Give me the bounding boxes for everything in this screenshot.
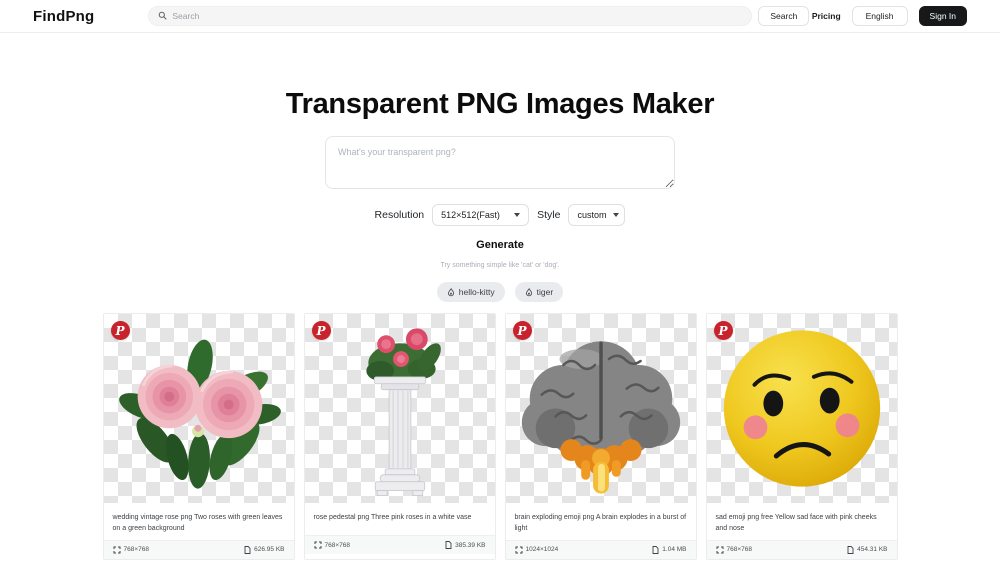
resolution-label: Resolution: [375, 209, 425, 221]
suggestion-tiger[interactable]: tiger: [515, 282, 564, 302]
file-icon: [847, 546, 854, 554]
transparent-preview: P: [104, 314, 294, 503]
image-results-grid: P: [103, 313, 898, 560]
pinterest-icon[interactable]: P: [312, 321, 331, 340]
top-navbar: FindPng Search Pricing English Sign In: [0, 0, 1000, 33]
pinterest-icon[interactable]: P: [111, 321, 130, 340]
resolution-info: 768×768: [314, 541, 351, 549]
dimensions-icon: [314, 541, 322, 549]
flame-icon: [447, 288, 455, 297]
transparent-preview: P: [707, 314, 897, 503]
style-select[interactable]: custom: [568, 204, 625, 226]
search-button[interactable]: Search: [758, 6, 809, 26]
card-meta: 768×768 385.39 KB: [305, 535, 495, 554]
page-title: Transparent PNG Images Maker: [0, 88, 1000, 121]
card-image-sad-emoji: [707, 314, 897, 503]
generate-button[interactable]: Generate: [476, 239, 524, 251]
search-input[interactable]: [172, 11, 742, 21]
suggestion-pills: hello-kitty tiger: [0, 282, 1000, 302]
search-icon: [158, 7, 167, 25]
language-button[interactable]: English: [852, 6, 908, 26]
card-caption: brain exploding emoji png A brain explod…: [506, 503, 696, 540]
card-image-roses-on-pedestal: [305, 314, 495, 503]
filesize-info: 1.04 MB: [652, 546, 686, 554]
filesize-info: 385.39 KB: [445, 541, 485, 549]
resolution-info: 768×768: [716, 546, 753, 554]
image-card-pedestal[interactable]: P: [304, 313, 496, 560]
suggestion-hello-kitty[interactable]: hello-kitty: [437, 282, 505, 302]
chevron-down-icon: [613, 213, 619, 217]
file-icon: [652, 546, 659, 554]
logo[interactable]: FindPng: [33, 8, 94, 25]
transparent-preview: P: [506, 314, 696, 503]
resolution-value: 512×512(Fast): [441, 210, 500, 220]
card-meta: 1024×1024 1.04 MB: [506, 540, 696, 559]
suggestion-label: hello-kitty: [459, 287, 495, 297]
transparent-preview: P: [305, 314, 495, 503]
flame-icon: [525, 288, 533, 297]
pinterest-icon[interactable]: P: [714, 321, 733, 340]
suggestion-label: tiger: [537, 287, 554, 297]
file-icon: [244, 546, 251, 554]
card-image-two-pink-roses: [104, 314, 294, 503]
image-card-sad-emoji[interactable]: P sad emoji png free Yello: [706, 313, 898, 560]
card-image-exploding-brain: [506, 314, 696, 503]
card-caption: sad emoji png free Yellow sad face with …: [707, 503, 897, 540]
resolution-select[interactable]: 512×512(Fast): [432, 204, 529, 226]
card-caption: wedding vintage rose png Two roses with …: [104, 503, 294, 540]
chevron-down-icon: [514, 213, 520, 217]
style-label: Style: [537, 209, 560, 221]
card-meta: 768×768 626.95 KB: [104, 540, 294, 559]
card-caption: rose pedestal png Three pink roses in a …: [305, 503, 495, 535]
filesize-info: 454.31 KB: [847, 546, 887, 554]
dimensions-icon: [716, 546, 724, 554]
nav-pricing[interactable]: Pricing: [812, 11, 841, 21]
png-maker-section: Transparent PNG Images Maker Resolution …: [0, 88, 1000, 302]
dimensions-icon: [113, 546, 121, 554]
image-card-roses[interactable]: P: [103, 313, 295, 560]
file-icon: [445, 541, 452, 549]
image-card-brain[interactable]: P: [505, 313, 697, 560]
dimensions-icon: [515, 546, 523, 554]
prompt-hint: Try something simple like 'cat' or 'dog'…: [0, 262, 1000, 269]
generation-controls: Resolution 512×512(Fast) Style custom: [0, 204, 1000, 226]
sign-in-button[interactable]: Sign In: [919, 6, 967, 26]
nav-actions: Pricing English Sign In: [812, 6, 967, 26]
style-value: custom: [577, 210, 606, 220]
card-meta: 768×768 454.31 KB: [707, 540, 897, 559]
search-bar[interactable]: [148, 6, 752, 26]
prompt-input[interactable]: [325, 136, 675, 189]
resolution-info: 1024×1024: [515, 546, 559, 554]
pinterest-icon[interactable]: P: [513, 321, 532, 340]
filesize-info: 626.95 KB: [244, 546, 284, 554]
resolution-info: 768×768: [113, 546, 150, 554]
